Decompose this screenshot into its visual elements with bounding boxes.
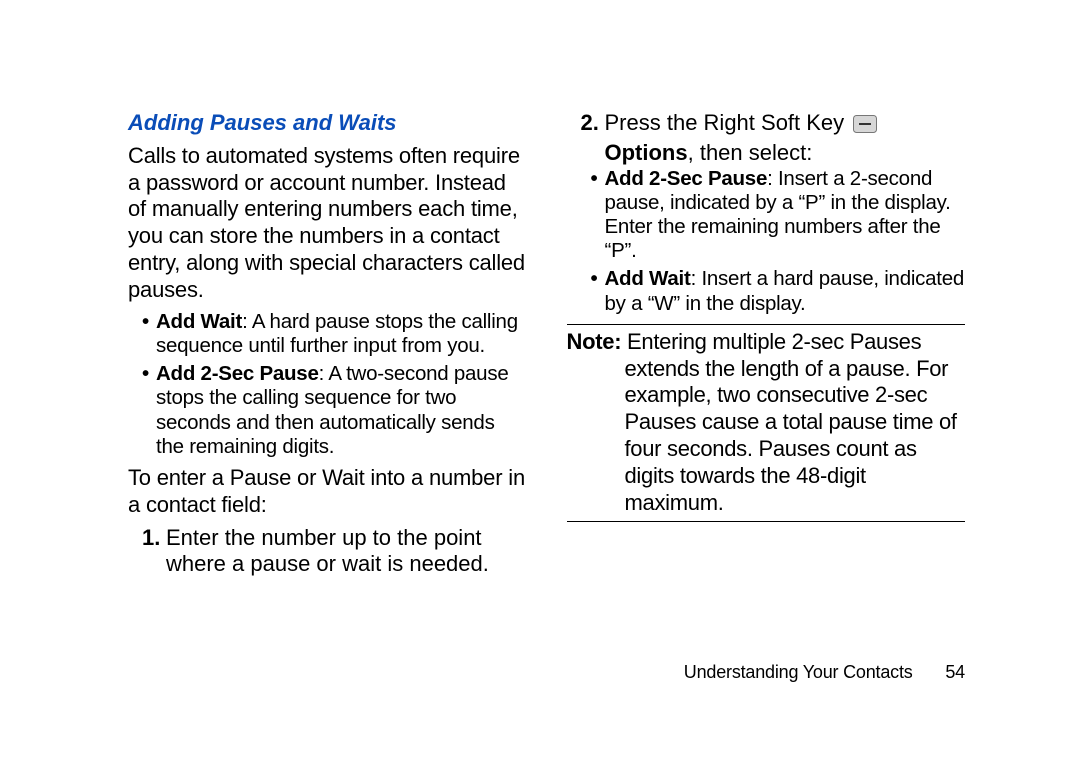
note-label: Note: <box>567 329 622 354</box>
bullet-label: Add 2-Sec Pause <box>156 362 319 385</box>
document-page: Adding Pauses and Waits Calls to automat… <box>0 0 1080 771</box>
bullet-label: Add Wait <box>156 310 242 333</box>
note-block: Note: Entering multiple 2-sec Pauses ext… <box>567 324 966 522</box>
page-footer: Understanding Your Contacts 54 <box>684 662 965 683</box>
step2-post: , then select: <box>688 140 813 165</box>
note-text: Entering multiple 2-sec Pauses extends t… <box>621 329 957 515</box>
section-heading: Adding Pauses and Waits <box>128 110 527 137</box>
step-number: 2. <box>581 110 605 167</box>
sub-bullet-label: Add Wait <box>605 267 691 290</box>
step-1: 1. Enter the number up to the point wher… <box>142 525 527 579</box>
footer-section-title: Understanding Your Contacts <box>684 662 913 682</box>
sub-bullet-add-2sec: • Add 2-Sec Pause: Insert a 2-second pau… <box>591 167 966 264</box>
bullet-dot-icon: • <box>142 310 156 358</box>
intro-paragraph: Calls to automated systems often require… <box>128 143 527 304</box>
step-number: 1. <box>142 525 166 579</box>
sub-bullet-label: Add 2-Sec Pause <box>605 167 768 190</box>
bullet-add-wait: • Add Wait: A hard pause stops the calli… <box>142 310 527 358</box>
options-label: Options <box>605 140 688 165</box>
step1-line2: where a pause or wait is needed. <box>166 551 489 576</box>
lead-paragraph-2: To enter a Pause or Wait into a number i… <box>128 465 527 519</box>
bullet-dot-icon: • <box>142 362 156 459</box>
two-column-layout: Adding Pauses and Waits Calls to automat… <box>128 110 965 620</box>
bullet-add-2sec: • Add 2-Sec Pause: A two-second pause st… <box>142 362 527 459</box>
right-soft-key-icon <box>853 113 877 140</box>
step-2: 2. Press the Right Soft Key Options, the… <box>581 110 966 167</box>
sub-bullet-add-wait: • Add Wait: Insert a hard pause, indicat… <box>591 267 966 315</box>
step1-line1: Enter the number up to the point <box>166 525 482 550</box>
bullet-dot-icon: • <box>591 167 605 264</box>
bullet-dot-icon: • <box>591 267 605 315</box>
page-number: 54 <box>945 662 965 682</box>
step2-pre: Press the Right Soft Key <box>605 110 851 135</box>
